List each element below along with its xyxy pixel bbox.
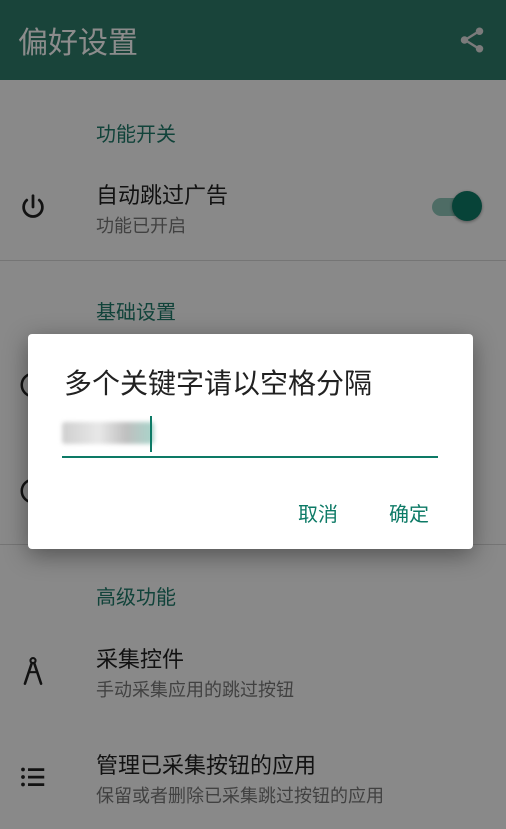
cancel-button[interactable]: 取消: [292, 494, 344, 531]
keyword-dialog: 多个关键字请以空格分隔 取消 确定: [28, 334, 473, 549]
text-caret: [150, 416, 152, 452]
input-underline: [62, 456, 438, 458]
dialog-title: 多个关键字请以空格分隔: [64, 367, 373, 400]
ok-button[interactable]: 确定: [383, 494, 435, 531]
blurred-input-text: [62, 422, 154, 444]
keyword-input[interactable]: [62, 410, 438, 458]
